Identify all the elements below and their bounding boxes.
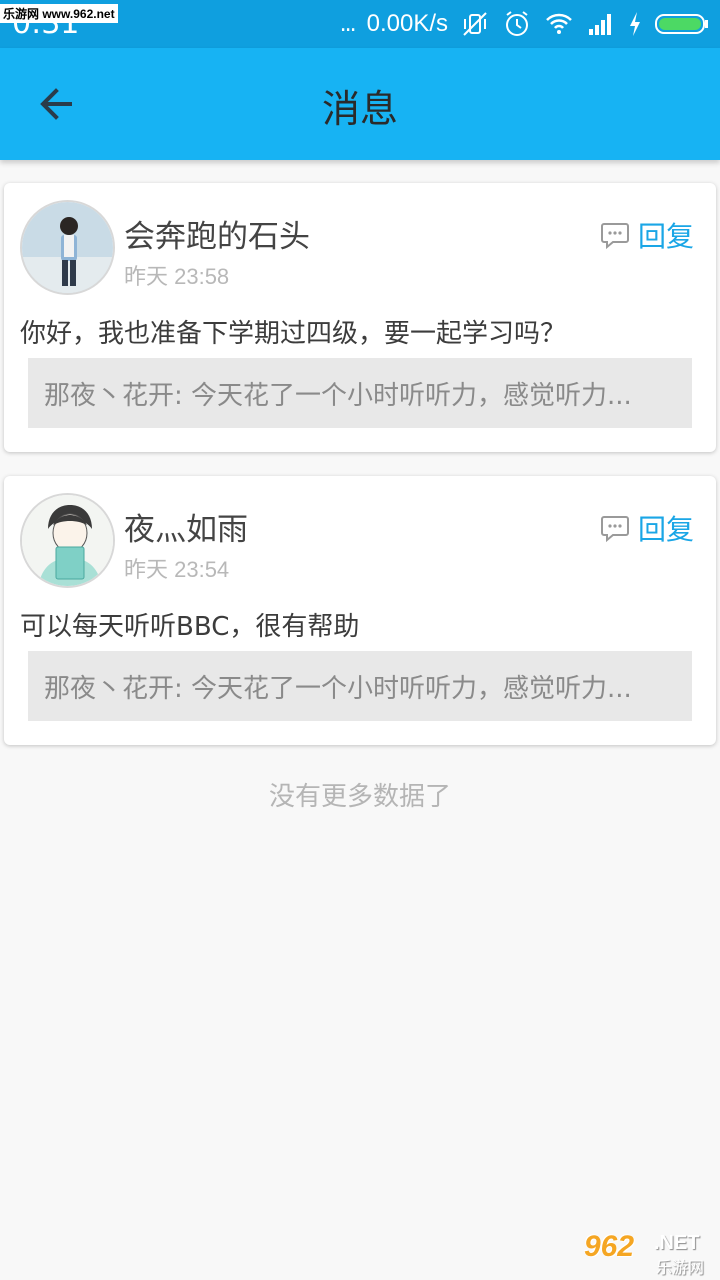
username[interactable]: 会奔跑的石头 [124, 211, 310, 256]
message-text: 你好，我也准备下学期过四级，要一起学习吗？ [20, 319, 567, 349]
reply-label: 回复 [637, 513, 694, 546]
signal-icon [589, 14, 611, 35]
user-photo-icon [22, 202, 113, 293]
quoted-text: 那夜丶花开: 今天花了一个小时听听力，感觉听力... [44, 673, 632, 704]
page-title: 消息 [321, 87, 398, 131]
message-card[interactable]: 夜灬如雨 昨天 23:54 回复 可以每天听听BBC，很有帮助 那夜丶花开: 今… [4, 476, 716, 745]
charging-icon [630, 12, 640, 36]
app-bar: 消息 [0, 48, 720, 160]
watermark-cn: 乐游网 [656, 1258, 705, 1277]
site-watermark: 962 .NET 乐游网 [584, 1230, 714, 1277]
no-more-data-label: 没有更多数据了 [268, 782, 451, 812]
message-time: 昨天 23:58 [124, 264, 230, 289]
alarm-icon [506, 11, 528, 36]
more-notifications-icon: ... [339, 11, 357, 37]
comment-icon [600, 223, 629, 250]
status-bar: 0:31 乐游网 www.962.net ... 0.00K/s [0, 0, 720, 48]
quoted-text: 那夜丶花开: 今天花了一个小时听听力，感觉听力... [44, 380, 632, 411]
wifi-icon [546, 13, 572, 34]
user-illustration-icon [22, 495, 113, 586]
quoted-post[interactable]: 那夜丶花开: 今天花了一个小时听听力，感觉听力... [28, 651, 692, 721]
network-speed: 0.00K/s [366, 10, 448, 37]
username[interactable]: 夜灬如雨 [124, 504, 248, 549]
comment-icon [600, 516, 629, 543]
message-text: 可以每天听听BBC，很有帮助 [20, 612, 360, 642]
status-icons: ... 0.00K/s [340, 8, 710, 40]
message-card[interactable]: 会奔跑的石头 昨天 23:58 回复 你好，我也准备下学期过四级，要一起学习吗？… [4, 183, 716, 452]
watermark-net: .NET [654, 1232, 700, 1254]
vibrate-off-icon [463, 12, 487, 36]
reply-button[interactable]: 回复 [600, 215, 694, 255]
reply-button[interactable]: 回复 [600, 508, 694, 548]
avatar[interactable] [20, 493, 115, 588]
battery-icon [655, 14, 708, 34]
watermark-label: 乐游网 www.962.net [0, 4, 118, 23]
quoted-post[interactable]: 那夜丶花开: 今天花了一个小时听听力，感觉听力... [28, 358, 692, 428]
message-time: 昨天 23:54 [124, 557, 230, 582]
reply-label: 回复 [637, 220, 694, 253]
watermark-brand: 962 [584, 1230, 635, 1263]
avatar[interactable] [20, 200, 115, 295]
